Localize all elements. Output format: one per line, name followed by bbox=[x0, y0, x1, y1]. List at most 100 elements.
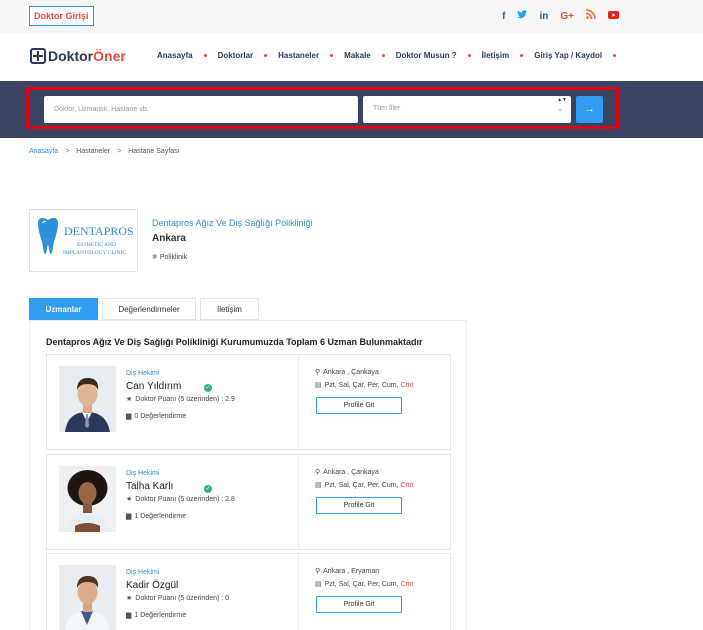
menu-separator bbox=[203, 54, 207, 57]
google-plus-icon[interactable]: G+ bbox=[560, 10, 574, 24]
city-select[interactable]: Tüm İller ▲▼ ⌄ bbox=[363, 96, 571, 123]
doctor-branch: Diş Hekimi bbox=[126, 470, 160, 477]
breadcrumb-separator: > bbox=[117, 148, 122, 155]
doctor-reviews-text: 0 Değerlendirme bbox=[134, 413, 187, 420]
doctor-days: ▤ Pzt, Sal, Çar, Per, Cum, Cmt bbox=[315, 381, 413, 389]
logo-text-oner: Öner bbox=[93, 48, 126, 64]
linkedin-icon[interactable]: in bbox=[539, 10, 548, 24]
hospital-logo: DENTAPROS ESTHETIC AND IMPLANTOLOGY CLIN… bbox=[29, 209, 138, 272]
calendar-icon: ▤ bbox=[315, 581, 322, 588]
doctor-location: ⚲ Ankara , Çankaya bbox=[315, 468, 379, 476]
doctor-days-extra: Cmt bbox=[400, 382, 414, 389]
clinic-icon: ❄ bbox=[152, 254, 158, 261]
menu-item-anasayfa[interactable]: Anasayfa bbox=[157, 51, 193, 60]
svg-text:ESTHETIC AND: ESTHETIC AND bbox=[77, 242, 116, 248]
doctor-location: ⚲ Ankara , Eryaman bbox=[315, 567, 379, 575]
doctor-reviews-text: 1 Değerlendirme bbox=[134, 513, 187, 520]
menu-item-giris-kaydol[interactable]: Giriş Yap / Kaydol bbox=[534, 51, 602, 60]
doctor-days-text: Pzt, Sal, Çar, Per, Cum, bbox=[324, 382, 399, 389]
doctor-score-text: Doktor Puanı (5 üzerinden) : 0 bbox=[135, 595, 230, 602]
tab-iletisim[interactable]: İletişim bbox=[200, 298, 259, 320]
menu-item-doktor-musun[interactable]: Doktor Musun ? bbox=[396, 51, 457, 60]
location-icon: ⚲ bbox=[315, 469, 321, 476]
tab-degerlendirmeler[interactable]: Değerlendirmeler bbox=[102, 298, 196, 320]
search-input[interactable] bbox=[44, 96, 358, 123]
main-navbar: Doktor Öner Anasayfa Doktorlar Hastanele… bbox=[0, 33, 703, 81]
specialists-panel: Dentapros Ağız Ve Diş Sağlığı Polikliniğ… bbox=[29, 320, 467, 630]
doctor-photo bbox=[59, 565, 116, 630]
location-icon: ⚲ bbox=[315, 568, 321, 575]
breadcrumb-hastaneler[interactable]: Hastaneler bbox=[76, 148, 110, 155]
doctor-reviews: ▆ 1 Değerlendirme bbox=[126, 512, 186, 520]
doctor-name[interactable]: Talha Karlı bbox=[126, 481, 173, 492]
chevron-down-icon: ⌄ bbox=[556, 103, 564, 113]
tab-uzmanlar[interactable]: Uzmanlar bbox=[29, 298, 98, 320]
star-icon: ★ bbox=[126, 595, 133, 602]
doctor-days-extra: Cmt bbox=[400, 482, 414, 489]
facebook-icon[interactable]: f bbox=[502, 10, 505, 24]
city-select-value: Tüm İller bbox=[373, 105, 401, 112]
doctor-branch: Diş Hekimi bbox=[126, 370, 160, 377]
breadcrumb-separator: > bbox=[65, 148, 70, 155]
profile-button[interactable]: Profile Git bbox=[316, 397, 402, 414]
menu-separator bbox=[613, 54, 617, 57]
doctor-days: ▤ Pzt, Sal, Çar, Per, Cum, Cmt bbox=[315, 481, 413, 489]
verified-check-icon: ✓ bbox=[204, 485, 212, 493]
doctor-days-extra: Cmt bbox=[400, 581, 414, 588]
profile-button[interactable]: Profile Git bbox=[316, 596, 402, 613]
breadcrumb: Anasayfa > Hastaneler > Hastane Sayfası bbox=[29, 148, 180, 155]
doctor-days-text: Pzt, Sal, Çar, Per, Cum, bbox=[324, 581, 399, 588]
specialists-title: Dentapros Ağız Ve Diş Sağlığı Polikliniğ… bbox=[46, 337, 423, 347]
breadcrumb-anasayfa[interactable]: Anasayfa bbox=[29, 148, 58, 155]
calendar-icon: ▤ bbox=[315, 482, 322, 489]
doctor-card: Diş Hekimi Can Yıldırım ✓ ★ Doktor Puanı … bbox=[46, 354, 451, 450]
card-divider bbox=[298, 355, 299, 449]
doctor-days: ▤ Pzt, Sal, Çar, Per, Cum, Cmt bbox=[315, 580, 413, 588]
doctor-location-text: Ankara , Eryaman bbox=[323, 568, 380, 575]
menu-item-hastaneler[interactable]: Hastaneler bbox=[278, 51, 319, 60]
site-logo[interactable]: Doktor Öner bbox=[30, 48, 126, 64]
svg-text:DENTAPROS: DENTAPROS bbox=[64, 224, 134, 238]
doctor-location-text: Ankara , Çankaya bbox=[323, 369, 379, 376]
star-icon: ★ bbox=[126, 396, 133, 403]
star-icon: ★ bbox=[126, 496, 133, 503]
hospital-name: Dentapros Ağız Ve Diş Sağlığı Polikliniğ… bbox=[152, 218, 313, 228]
menu-item-iletisim[interactable]: İletişim bbox=[482, 51, 510, 60]
menu-item-doktorlar[interactable]: Doktorlar bbox=[218, 51, 254, 60]
clipboard-icon: ▆ bbox=[126, 513, 132, 520]
doctor-score-text: Doktor Puanı (5 üzerinden) : 2.9 bbox=[135, 396, 235, 403]
verified-check-icon: ✓ bbox=[204, 384, 212, 392]
doctor-score-text: Doktor Puanı (5 üzerinden) : 2.8 bbox=[135, 496, 235, 503]
menu-separator bbox=[264, 54, 268, 57]
doctor-name[interactable]: Can Yıldırım bbox=[126, 381, 181, 392]
plus-cross-icon bbox=[30, 48, 46, 64]
doctor-branch: Diş Hekimi bbox=[126, 569, 160, 576]
twitter-icon[interactable] bbox=[517, 9, 528, 24]
doctor-card: Diş Hekimi Talha Karlı ✓ ★ Doktor Puanı (… bbox=[46, 454, 451, 550]
top-bar: Doktor Girişi f in G+ bbox=[0, 0, 703, 33]
menu-item-makale[interactable]: Makale bbox=[344, 51, 371, 60]
rss-icon[interactable] bbox=[585, 9, 596, 24]
calendar-icon: ▤ bbox=[315, 382, 322, 389]
logo-text-doktor: Doktor bbox=[48, 48, 94, 64]
profile-button[interactable]: Profile Git bbox=[316, 497, 402, 514]
doctor-location-text: Ankara , Çankaya bbox=[323, 469, 379, 476]
search-submit-button[interactable]: → bbox=[576, 96, 603, 123]
youtube-icon[interactable] bbox=[608, 10, 619, 24]
svg-text:IMPLANTOLOGY CLINIC: IMPLANTOLOGY CLINIC bbox=[63, 250, 126, 256]
doctor-days-text: Pzt, Sal, Çar, Per, Cum, bbox=[324, 482, 399, 489]
main-menu: Anasayfa Doktorlar Hastaneler Makale Dok… bbox=[157, 51, 627, 60]
doctor-name[interactable]: Kadir Özgül bbox=[126, 580, 178, 591]
doctor-reviews: ▆ 1 Değerlendirme bbox=[126, 611, 186, 619]
doctor-score: ★ Doktor Puanı (5 üzerinden) : 0 bbox=[126, 594, 229, 602]
doctor-login-button[interactable]: Doktor Girişi bbox=[29, 6, 94, 26]
doctor-location: ⚲ Ankara , Çankaya bbox=[315, 368, 379, 376]
social-links: f in G+ bbox=[502, 9, 619, 24]
doctor-score: ★ Doktor Puanı (5 üzerinden) : 2.9 bbox=[126, 395, 235, 403]
doctor-photo bbox=[59, 466, 116, 532]
card-divider bbox=[298, 455, 299, 549]
clipboard-icon: ▆ bbox=[126, 413, 132, 420]
menu-separator bbox=[381, 54, 385, 57]
doctor-reviews: ▆ 0 Değerlendirme bbox=[126, 412, 186, 420]
location-icon: ⚲ bbox=[315, 369, 321, 376]
